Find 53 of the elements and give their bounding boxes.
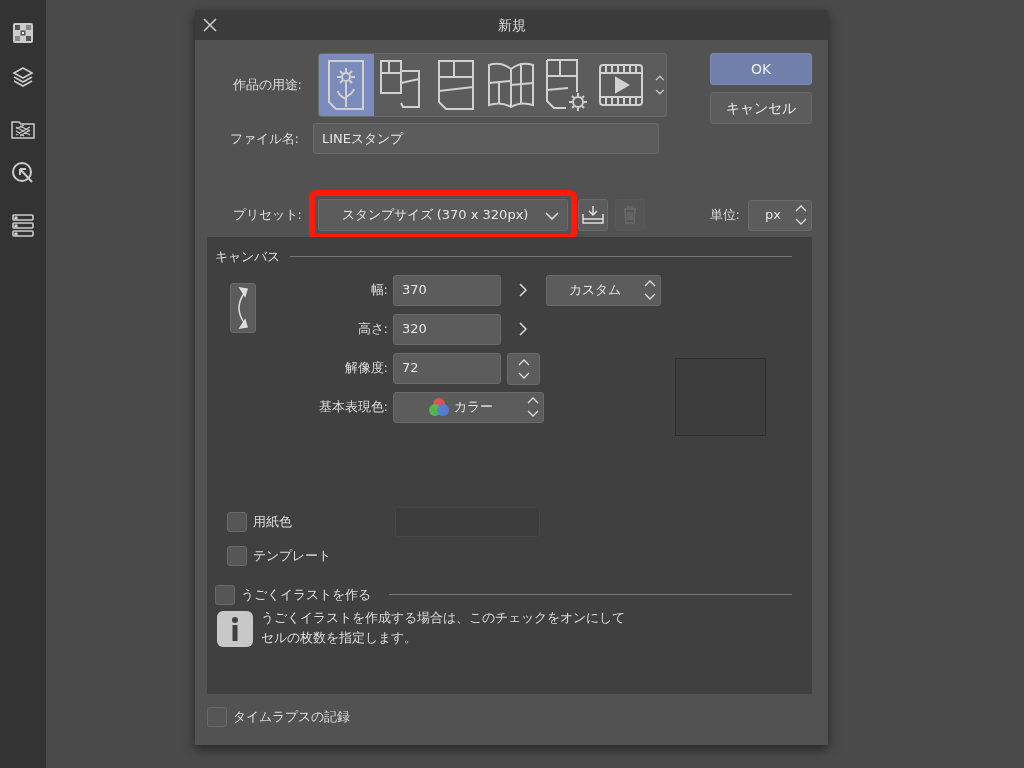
resolution-field[interactable]: 72 [393,352,501,384]
field-label: 幅: [370,281,389,300]
info-text-line: セルの枚数を指定します。 [261,628,417,647]
search-icon[interactable] [11,161,35,185]
section-heading: キャンバス [215,248,280,266]
curved-arrows-icon [238,286,248,329]
checkbox-label: うごくイラストを作る [241,585,371,604]
field-label: プリセット: [232,207,302,223]
grid-icon[interactable] [12,22,34,44]
spinner-arrows-icon [644,278,656,302]
folder-icon[interactable] [11,119,35,139]
width-field[interactable]: 370 [393,274,501,306]
download-tray-icon [581,205,605,225]
list-icon[interactable] [12,214,34,238]
spinner-arrows-icon [795,203,807,227]
illustration-icon [326,59,367,111]
field-label: 単位: [709,206,740,225]
caret-icon [545,212,559,220]
checkbox[interactable] [207,706,227,727]
animation-icon [597,63,644,107]
height-field[interactable]: 320 [393,313,501,345]
swap-dimensions-button[interactable] [230,282,256,333]
color-circles-icon [428,397,450,417]
info-text-line: うごくイラストを作成する場合は、このチェックをオンにして [261,608,625,627]
checkbox-label: テンプレート [253,546,331,565]
ok-button[interactable]: OK [710,53,812,85]
layers-icon[interactable] [12,66,34,88]
page-settings-icon [543,58,588,112]
cancel-button[interactable]: キャンセル [710,92,812,124]
page-icon [436,59,477,111]
file-name-field[interactable]: LINEスタンプ [313,123,659,154]
checkbox-label: タイムラプスの記録 [233,707,350,726]
field-label: 基本表現色: [318,398,389,417]
chevron-right-icon[interactable] [519,283,527,297]
info-icon [217,610,253,647]
checkbox-label: 用紙色 [253,512,292,531]
resolution-spinner[interactable] [507,352,540,385]
unit-select[interactable]: px [748,199,812,231]
color-mode-select[interactable]: カラー [393,391,544,423]
field-label: 高さ: [357,320,389,339]
chevron-right-icon[interactable] [519,322,527,336]
window-title: 新規 [497,15,526,35]
checkbox[interactable] [227,545,247,566]
field-label: 解像度: [344,359,389,378]
size-preset-select[interactable]: カスタム [546,274,661,306]
save-preset-button[interactable] [578,199,608,231]
checkbox[interactable] [227,511,247,532]
preset-dropdown[interactable]: スタンプサイズ (370 x 320px) [318,199,568,231]
close-icon[interactable] [203,18,217,32]
spinner-arrows-icon [527,395,539,419]
checkbox[interactable] [215,584,235,605]
field-label: 作品の用途: [232,76,302,95]
field-label: ファイル名: [229,130,299,146]
